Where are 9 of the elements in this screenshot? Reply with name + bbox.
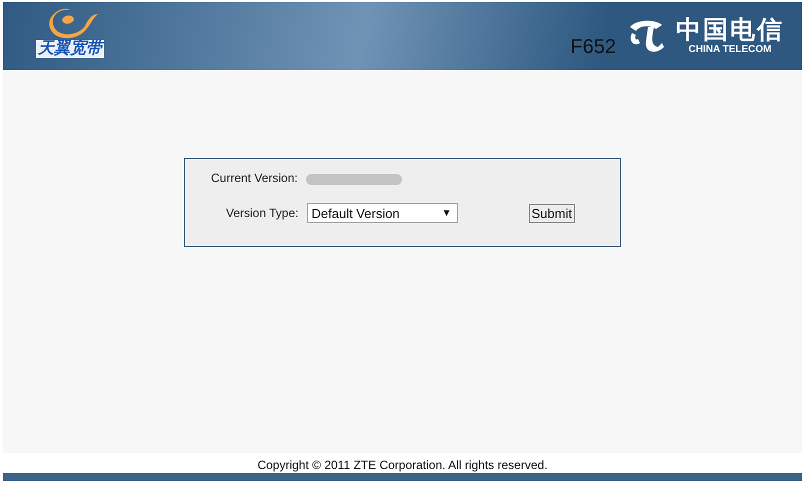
field-label: Version Type: (226, 206, 298, 220)
version-type-dropdown[interactable]: Default Version ▼ (306, 203, 458, 223)
model-name: F652 (570, 36, 616, 58)
copyright-text: Copyright © 2011 ZTE Corporation. All rights reserved. (257, 457, 548, 473)
submit-button[interactable]: Submit (528, 204, 575, 222)
field-label: Current Version: (211, 170, 298, 184)
brand-name: 中国电信 (676, 16, 784, 44)
brand-name: 天翼宽带 (36, 40, 104, 58)
brand-subtitle: CHINA TELECOM (688, 44, 772, 56)
